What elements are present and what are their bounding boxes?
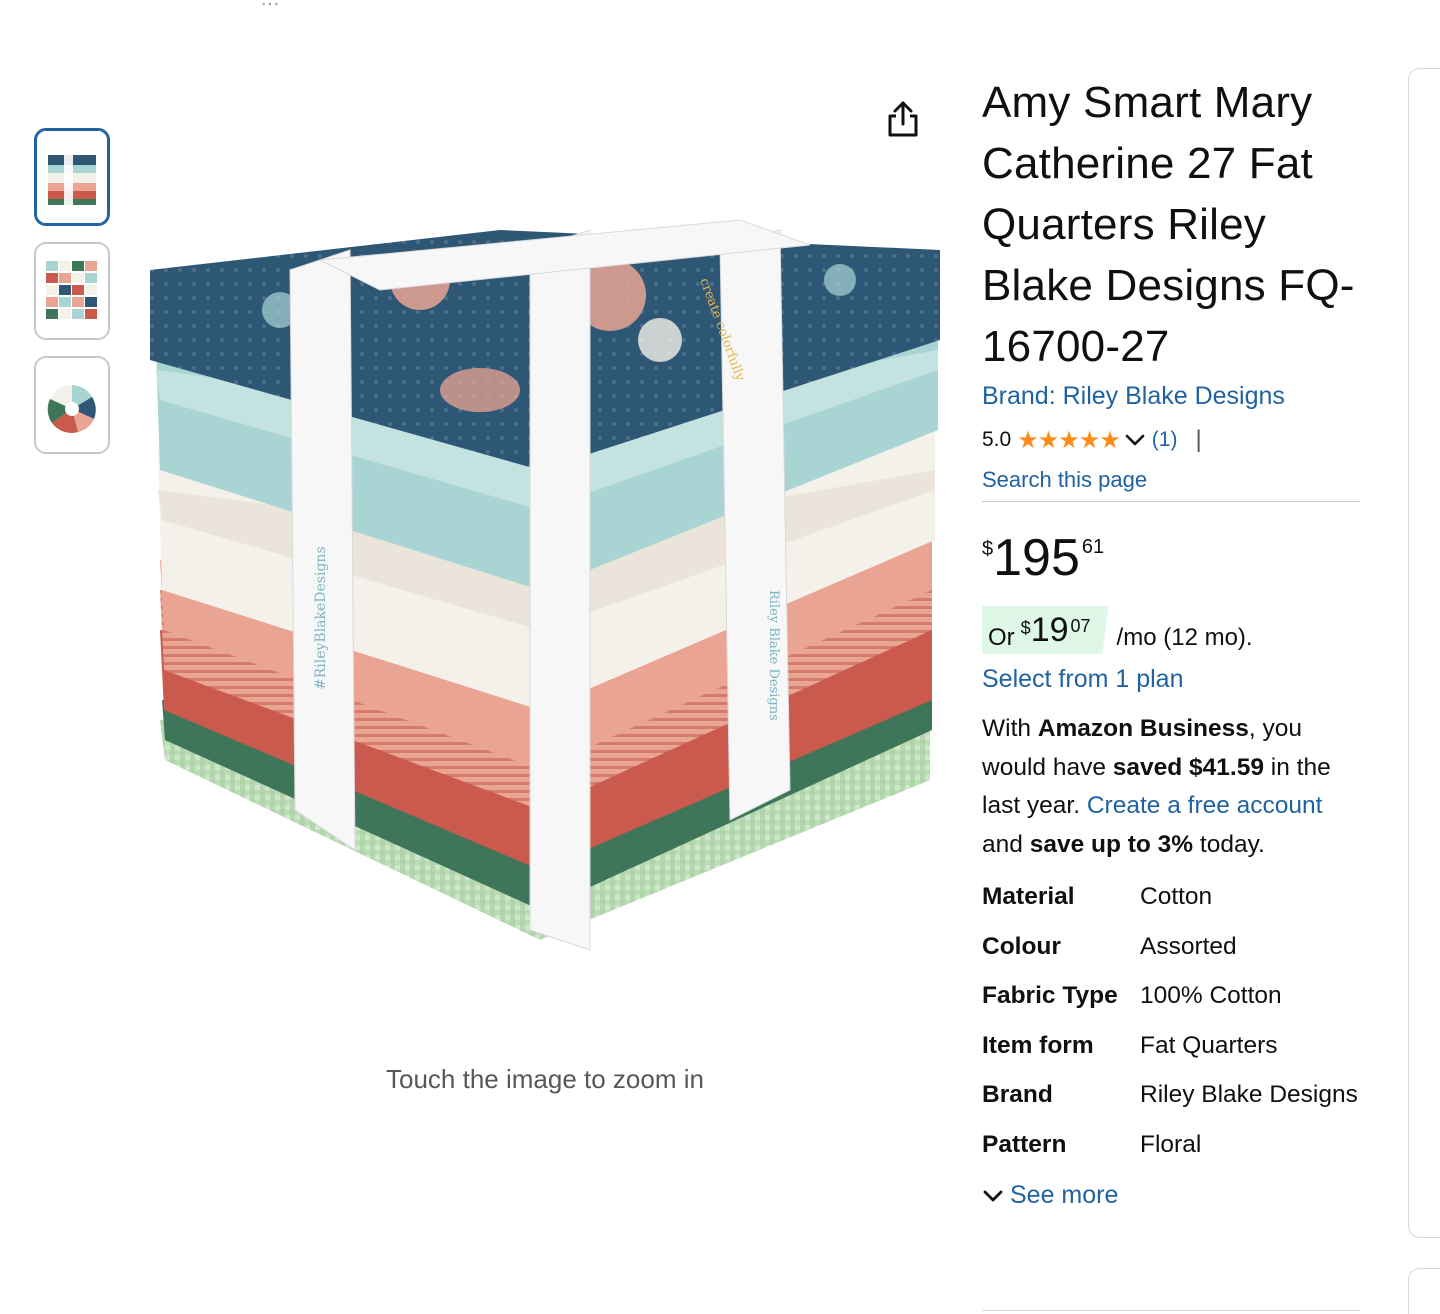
- separator: |: [1195, 426, 1202, 453]
- spec-row: Item form Fat Quarters: [982, 1027, 1362, 1077]
- business-bold-1: Amazon Business: [1037, 715, 1249, 742]
- spec-row: Fabric Type 100% Cotton: [982, 977, 1362, 1027]
- installment-whole: 19: [1030, 611, 1069, 649]
- top-cutoff-text: …: [0, 0, 1440, 6]
- create-account-link[interactable]: Create a free account: [1087, 792, 1323, 819]
- spec-key: Item form: [982, 1031, 1094, 1059]
- spec-key: Colour: [982, 932, 1061, 960]
- amazon-business-promo: With Amazon Business, you would have sav…: [982, 710, 1362, 864]
- price-whole: 195: [993, 529, 1080, 587]
- main-product-image[interactable]: #RileyBlakeDesigns create colorfully Ril…: [120, 70, 970, 990]
- fabric-fan-thumbnail-icon: [47, 385, 96, 433]
- business-text-1: With: [982, 715, 1038, 742]
- installment-or: Or: [988, 624, 1015, 651]
- spec-value: Floral: [1140, 1130, 1202, 1158]
- spec-key: Pattern: [982, 1130, 1067, 1158]
- product-title: Amy Smart Mary Catherine 27 Fat Quarters…: [982, 78, 1355, 371]
- share-icon: [888, 101, 918, 137]
- spec-value: Cotton: [1140, 883, 1213, 910]
- secondary-card-edge: [1408, 1268, 1440, 1314]
- installment-fraction: 07: [1070, 616, 1091, 636]
- band-label-1: #RileyBlakeDesigns: [313, 546, 329, 690]
- brand-link[interactable]: Brand: Riley Blake Designs: [982, 379, 1362, 413]
- zoom-hint: Touch the image to zoom in: [386, 1064, 704, 1094]
- installment-badge: Or $ 19 07: [982, 606, 1109, 654]
- spec-row: Material Cotton: [982, 878, 1362, 928]
- business-text-5: today.: [1193, 830, 1265, 858]
- see-more-button[interactable]: See more: [982, 1181, 1362, 1210]
- divider: [982, 1310, 1360, 1311]
- spec-row: Brand Riley Blake Designs: [982, 1076, 1362, 1126]
- star-rating-icon[interactable]: ★★★★★: [1017, 426, 1121, 455]
- spec-value: Assorted: [1140, 932, 1237, 960]
- spec-key: Fabric Type: [982, 982, 1118, 1009]
- thumbnail-2[interactable]: [34, 242, 110, 340]
- price-fraction: 61: [1081, 536, 1105, 558]
- installment-term: /mo (12 mo).: [1116, 624, 1253, 651]
- rating-count-link[interactable]: (1): [1152, 428, 1178, 452]
- share-button[interactable]: [882, 98, 924, 140]
- product-details: Amy Smart Mary Catherine 27 Fat Quarters…: [982, 72, 1362, 1210]
- spec-value: Riley Blake Designs: [1140, 1081, 1358, 1108]
- installment-offer: Or $ 19 07 /mo (12 mo).: [982, 606, 1362, 654]
- spec-row: Colour Assorted: [982, 928, 1362, 978]
- business-savings: saved $41.59: [1112, 753, 1264, 781]
- search-this-page-link[interactable]: Search this page: [982, 465, 1360, 502]
- band-label-3: Riley Blake Designs: [766, 590, 781, 721]
- thumbnail-1[interactable]: [34, 128, 110, 226]
- business-text-4: and: [982, 830, 1030, 858]
- fabric-bundle-thumbnail-icon: [48, 153, 96, 207]
- product-specs-table: Material Cotton Colour Assorted Fabric Typ…: [982, 878, 1362, 1175]
- spec-key: Brand: [982, 1081, 1053, 1108]
- select-plan-link[interactable]: Select from 1 plan: [982, 662, 1362, 696]
- buy-box-card-edge: [1408, 68, 1440, 1238]
- rating-row: 5.0 ★★★★★ (1) |: [982, 423, 1362, 457]
- see-more-label: See more: [1010, 1181, 1119, 1209]
- chevron-down-icon[interactable]: [1124, 433, 1146, 447]
- fabric-bundle-image: #RileyBlakeDesigns create colorfully Ril…: [150, 219, 940, 951]
- rating-value: 5.0: [982, 428, 1012, 451]
- spec-value: Fat Quarters: [1140, 1031, 1278, 1059]
- price: $ 195 61: [982, 530, 1362, 590]
- price-symbol: $: [982, 538, 994, 560]
- thumbnail-3[interactable]: [34, 356, 110, 454]
- spec-key: Material: [982, 883, 1075, 910]
- spec-value: 100% Cotton: [1140, 982, 1282, 1009]
- installment-symbol: $: [1020, 618, 1031, 638]
- business-save-up-to: save up to 3%: [1029, 830, 1194, 858]
- fabric-grid-thumbnail-icon: [46, 261, 97, 319]
- spec-row: Pattern Floral: [982, 1126, 1362, 1176]
- chevron-down-icon: [983, 1190, 1003, 1201]
